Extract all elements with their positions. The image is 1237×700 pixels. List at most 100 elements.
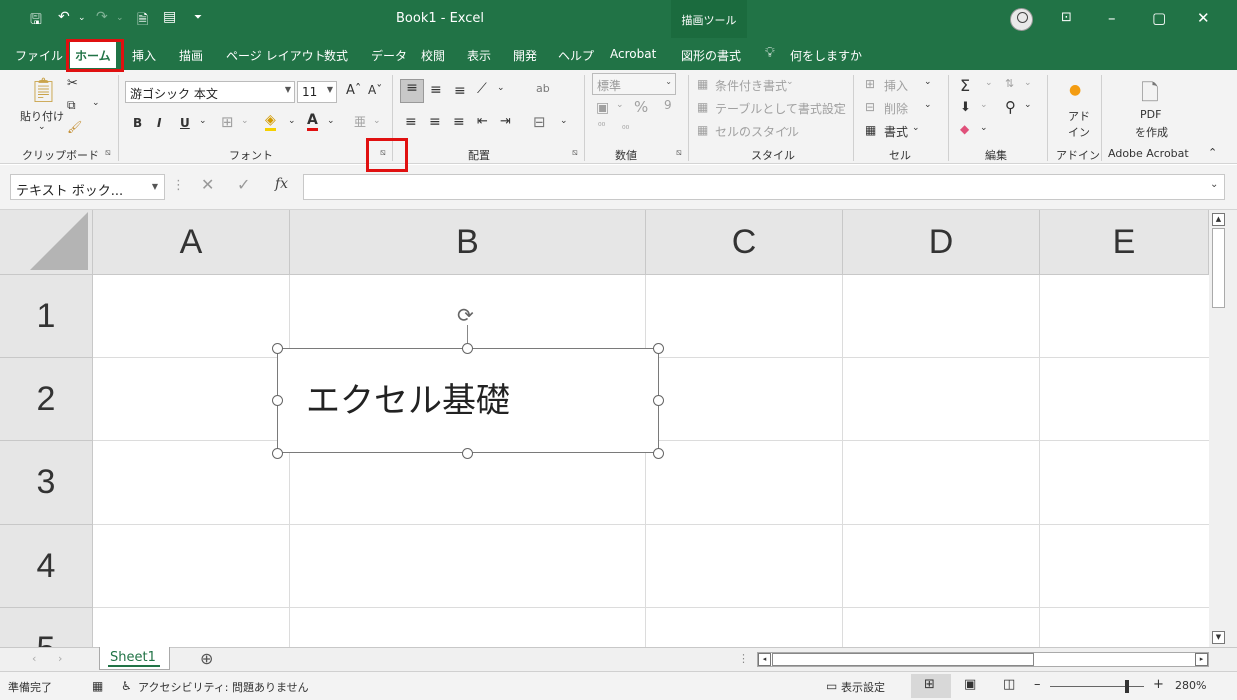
align-right-icon[interactable]: ≡ (453, 114, 465, 130)
wrap-text-icon[interactable]: ab (536, 82, 550, 95)
text-box-shape[interactable]: エクセル基礎 (277, 348, 659, 453)
scroll-left-icon[interactable]: ◂ (758, 653, 771, 666)
scroll-down-icon[interactable]: ▼ (1212, 631, 1225, 644)
tab-insert[interactable]: 挿入 (132, 47, 156, 64)
align-top-icon[interactable]: ≡ (400, 79, 424, 103)
copy-dropdown-icon[interactable]: ⌄ (92, 98, 100, 108)
align-middle-icon[interactable]: ≡ (430, 82, 442, 98)
fill-icon[interactable]: ⬇ (960, 100, 971, 115)
zoom-level[interactable]: 280% (1175, 679, 1206, 692)
format-as-table-icon[interactable]: ▦ (697, 100, 708, 114)
tab-developer[interactable]: 開発 (513, 47, 537, 64)
text-box-content[interactable]: エクセル基礎 (306, 381, 510, 421)
display-settings-button[interactable]: 表示設定 (841, 679, 885, 695)
print-preview-icon[interactable]: 🗎 (137, 9, 148, 33)
tab-view[interactable]: 表示 (467, 47, 491, 64)
fill-color-dropdown-icon[interactable]: ⌄ (288, 116, 296, 126)
format-as-table-button[interactable]: テーブルとして書式設定 (715, 100, 846, 117)
comma-button[interactable]: 9 (664, 98, 672, 112)
macro-record-icon[interactable]: ▦ (92, 679, 103, 693)
delete-cells-button[interactable]: 削除 (884, 100, 908, 117)
add-sheet-icon[interactable]: ⊕ (200, 649, 213, 668)
font-color-dropdown-icon[interactable]: ⌄ (327, 116, 335, 126)
column-header-c[interactable]: C (646, 210, 843, 275)
row-header-3[interactable]: 3 (0, 441, 93, 525)
font-name-combo[interactable]: 游ゴシック 本文 ▼ (125, 81, 295, 103)
addins-line2[interactable]: イン (1068, 124, 1090, 140)
align-center-icon[interactable]: ≡ (429, 114, 441, 130)
orientation-dropdown-icon[interactable]: ⌄ (497, 83, 505, 93)
pdf-line1[interactable]: PDF (1140, 108, 1161, 121)
name-box[interactable]: テキスト ボック... ▼ (10, 174, 165, 200)
autosum-dropdown-icon[interactable]: ⌄ (985, 78, 993, 88)
decrease-indent-icon[interactable]: ⇤ (477, 114, 488, 129)
resize-handle-bottom[interactable] (462, 448, 473, 459)
increase-decimal-icon[interactable]: ⁰⁰ (598, 122, 605, 132)
display-settings-icon[interactable]: ▭ (826, 679, 837, 693)
close-icon[interactable]: ✕ (1197, 9, 1210, 27)
resize-handle-bottom-right[interactable] (653, 448, 664, 459)
fill-dropdown-icon[interactable]: ⌄ (980, 100, 988, 110)
sort-filter-icon[interactable]: ⇅ (1005, 77, 1014, 90)
normal-view-icon[interactable]: ⊞ (924, 677, 935, 692)
zoom-slider-thumb[interactable] (1125, 680, 1129, 693)
merge-dropdown-icon[interactable]: ⌄ (560, 116, 568, 126)
accounting-icon[interactable]: ▣ (596, 100, 609, 116)
underline-button[interactable]: U (180, 116, 190, 130)
row-header-5[interactable]: 5 (0, 608, 93, 647)
autosum-icon[interactable]: Σ (960, 76, 970, 95)
fill-color-icon[interactable]: ◈ (265, 112, 276, 131)
formula-input[interactable] (303, 174, 1225, 200)
clipboard-launcher-icon[interactable]: ⧅ (105, 148, 111, 158)
customize-qat-icon[interactable]: ⏷ (194, 12, 202, 23)
clear-dropdown-icon[interactable]: ⌄ (980, 123, 988, 133)
form-icon[interactable]: ▤ (163, 9, 176, 25)
dropdown-icon[interactable]: ⌄ (786, 77, 794, 87)
resize-handle-right[interactable] (653, 395, 664, 406)
insert-cells-icon[interactable]: ⊞ (865, 77, 875, 91)
number-launcher-icon[interactable]: ⧅ (676, 148, 682, 158)
font-color-icon[interactable]: A (307, 112, 318, 131)
cancel-icon[interactable]: ✕ (201, 175, 214, 194)
merge-center-icon[interactable]: ⊟ (533, 113, 546, 131)
select-all-corner[interactable] (0, 210, 93, 275)
format-painter-icon[interactable]: 🖌︎ (67, 120, 82, 134)
resize-handle-left[interactable] (272, 395, 283, 406)
phonetic-dropdown-icon[interactable]: ⌄ (373, 116, 381, 126)
accessibility-status[interactable]: アクセシビリティ: 問題ありません (138, 679, 309, 695)
dropdown-icon[interactable]: ⌄ (924, 100, 932, 110)
align-bottom-icon[interactable]: ≡ (454, 83, 466, 99)
undo-dropdown-icon[interactable]: ⌄ (78, 13, 86, 23)
decrease-decimal-icon[interactable]: ₀₀ (622, 122, 629, 132)
save-icon[interactable]: 🖫 (30, 9, 42, 33)
cut-icon[interactable]: ✂ (67, 76, 78, 91)
row-header-4[interactable]: 4 (0, 525, 93, 608)
zoom-in-icon[interactable]: + (1153, 677, 1164, 692)
row-header-2[interactable]: 2 (0, 358, 93, 441)
resize-handle-top[interactable] (462, 343, 473, 354)
maximize-icon[interactable]: ▢ (1152, 9, 1166, 27)
tab-data[interactable]: データ (371, 47, 407, 64)
tab-page-layout[interactable]: ページ レイアウト (226, 47, 326, 64)
grow-font-icon[interactable]: Aˆ (346, 83, 361, 98)
bold-button[interactable]: B (133, 116, 142, 130)
addins-icon[interactable]: ● (1069, 82, 1081, 98)
dropdown-icon[interactable]: ⌄ (924, 77, 932, 87)
conditional-format-icon[interactable]: ▦ (697, 77, 708, 91)
accounting-dropdown-icon[interactable]: ⌄ (616, 100, 624, 110)
resize-handle-top-left[interactable] (272, 343, 283, 354)
column-header-b[interactable]: B (290, 210, 646, 275)
underline-dropdown-icon[interactable]: ⌄ (199, 116, 207, 126)
ribbon-display-icon[interactable]: ⊡ (1061, 10, 1072, 25)
zoom-slider-track[interactable] (1050, 686, 1144, 687)
copy-icon[interactable]: ⧉ (67, 98, 76, 113)
resize-handle-bottom-left[interactable] (272, 448, 283, 459)
find-dropdown-icon[interactable]: ⌄ (1024, 100, 1032, 110)
column-header-e[interactable]: E (1040, 210, 1209, 275)
border-dropdown-icon[interactable]: ⌄ (241, 116, 249, 126)
sheet-prev-icon[interactable]: ‹ (32, 652, 36, 665)
clear-icon[interactable]: ◆ (960, 122, 969, 136)
tell-me-search[interactable]: 何をしますか (790, 47, 862, 64)
horizontal-scroll-thumb[interactable] (772, 653, 1034, 666)
minimize-icon[interactable]: – (1108, 9, 1116, 27)
